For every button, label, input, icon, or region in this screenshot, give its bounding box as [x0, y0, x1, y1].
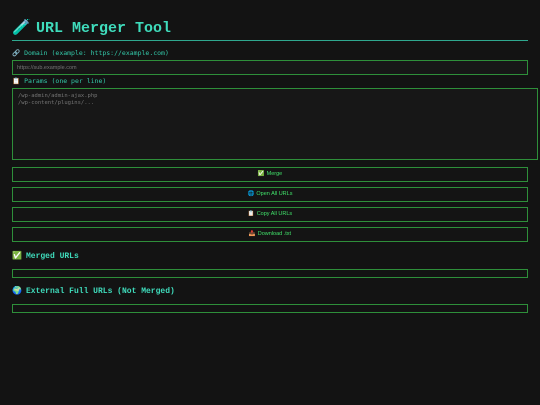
globe-icon: 🌐 — [247, 191, 255, 197]
domain-input[interactable] — [12, 60, 528, 75]
params-label: 📋 Params (one per line) — [12, 77, 106, 86]
merge-button[interactable]: ✅ Merge — [12, 167, 528, 182]
domain-label-text: Domain (example: https://example.com) — [24, 49, 169, 57]
params-label-text: Params (one per line) — [24, 77, 107, 85]
copy-all-urls-label: Copy All URLs — [256, 211, 293, 217]
test-tube-icon: 🧪 — [12, 20, 31, 37]
open-all-urls-button[interactable]: 🌐 Open All URLs — [12, 187, 528, 202]
app-root: 🧪 URL Merger Tool 🔗 Domain (example: https… — [0, 0, 540, 405]
download-txt-button[interactable]: 📥 Download .txt — [12, 227, 528, 242]
page-title-text: URL Merger Tool — [36, 20, 172, 37]
check-icon: ✅ — [257, 171, 265, 177]
clipboard-icon: 📋 — [12, 77, 21, 85]
merged-urls-heading: ✅ Merged URLs — [12, 251, 79, 263]
external-urls-output[interactable] — [12, 304, 528, 313]
merged-urls-title: Merged URLs — [25, 252, 79, 261]
download-tray-icon: 📥 — [248, 231, 256, 237]
check-icon: ✅ — [12, 252, 22, 261]
page-title: 🧪 URL Merger Tool — [12, 18, 528, 41]
copy-all-urls-button[interactable]: 📋 Copy All URLs — [12, 207, 528, 222]
domain-label: 🔗 Domain (example: https://example.com) — [12, 49, 169, 58]
link-icon: 🔗 — [12, 49, 21, 57]
clipboard-icon: 📋 — [247, 211, 255, 217]
merge-button-label: Merge — [266, 171, 283, 177]
params-textarea[interactable] — [12, 88, 538, 160]
external-urls-heading: 🌍 External Full URLs (Not Merged) — [12, 286, 175, 298]
open-all-urls-label: Open All URLs — [256, 191, 293, 197]
download-txt-label: Download .txt — [257, 231, 292, 237]
earth-globe-icon: 🌍 — [12, 287, 22, 296]
external-urls-title: External Full URLs (Not Merged) — [25, 287, 175, 296]
merged-urls-output[interactable] — [12, 269, 528, 278]
